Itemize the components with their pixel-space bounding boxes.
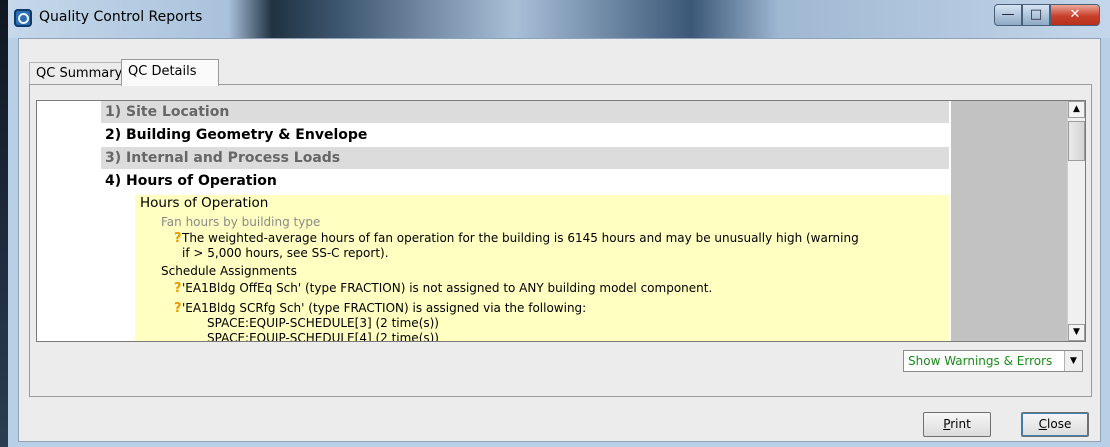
print-button[interactable]: Print <box>923 412 991 437</box>
warning-offeq: ? 'EA1Bldg OffEq Sch' (type FRACTION) is… <box>174 281 713 296</box>
tab-qc-details[interactable]: QC Details <box>121 59 219 86</box>
scroll-down-icon[interactable]: ▼ <box>1068 324 1085 341</box>
maximize-button[interactable]: □ <box>1022 4 1050 26</box>
qc-details-panel: 1) Site Location 2) Building Geometry & … <box>29 84 1092 397</box>
filter-dropdown[interactable]: Show Warnings & Errors ▼ <box>903 350 1083 372</box>
app-icon <box>14 9 32 27</box>
warning-icon: ? <box>174 301 182 316</box>
report-vertical-scrollbar[interactable]: ▲ ▼ <box>1067 101 1085 341</box>
close-window-button[interactable]: ✕ <box>1050 4 1100 26</box>
scroll-thumb[interactable] <box>1068 121 1085 161</box>
close-label: lose <box>1047 417 1072 431</box>
assignment-line: SPACE:EQUIP-SCHEDULE[3] (2 time(s)) <box>207 316 439 330</box>
qc-reports-window: Quality Control Reports — □ ✕ QC Summary… <box>8 0 1110 447</box>
warning-fan-hours: ? The weighted-average hours of fan oper… <box>174 231 859 261</box>
warning-offeq-text: 'EA1Bldg OffEq Sch' (type FRACTION) is n… <box>182 281 713 295</box>
filter-selected-value: Show Warnings & Errors <box>908 354 1053 368</box>
warning-scrfg: ? 'EA1Bldg SCRfg Sch' (type FRACTION) is… <box>174 301 587 316</box>
group-fan-hours: Fan hours by building type <box>161 215 321 229</box>
assignment-line: SPACE:EQUIP-SCHEDULE[4] (2 time(s)) <box>207 331 439 342</box>
warning-icon: ? <box>174 281 182 296</box>
chevron-down-icon[interactable]: ▼ <box>1064 351 1082 371</box>
window-title: Quality Control Reports <box>39 9 203 25</box>
title-bar[interactable]: Quality Control Reports — □ ✕ <box>8 0 1110 38</box>
close-accelerator: C <box>1038 417 1048 431</box>
warning-icon: ? <box>174 231 182 246</box>
section-building-geometry[interactable]: 2) Building Geometry & Envelope <box>101 124 949 146</box>
section-hours-of-operation[interactable]: 4) Hours of Operation <box>101 170 949 192</box>
window-client-area: QC Summary QC Details 1) Site Location 2… <box>18 38 1101 442</box>
minimize-button[interactable]: — <box>994 4 1022 26</box>
warning-fan-line-1: The weighted-average hours of fan operat… <box>182 231 859 245</box>
scroll-up-icon[interactable]: ▲ <box>1068 101 1085 118</box>
report-gutter <box>951 101 1085 341</box>
tab-qc-summary[interactable]: QC Summary <box>29 62 133 85</box>
subsection-title: Hours of Operation <box>140 195 269 211</box>
section-internal-loads[interactable]: 3) Internal and Process Loads <box>101 147 949 169</box>
report-view[interactable]: 1) Site Location 2) Building Geometry & … <box>36 100 1086 342</box>
section-site-location[interactable]: 1) Site Location <box>101 101 949 123</box>
print-label: rint <box>950 417 971 431</box>
report-content: 1) Site Location 2) Building Geometry & … <box>37 101 1085 341</box>
group-schedule-assignments: Schedule Assignments <box>161 264 297 278</box>
close-button[interactable]: Close <box>1021 412 1089 437</box>
warning-scrfg-text: 'EA1Bldg SCRfg Sch' (type FRACTION) is a… <box>182 301 587 315</box>
warning-fan-line-2: if > 5,000 hours, see SS-C report). <box>182 246 389 260</box>
